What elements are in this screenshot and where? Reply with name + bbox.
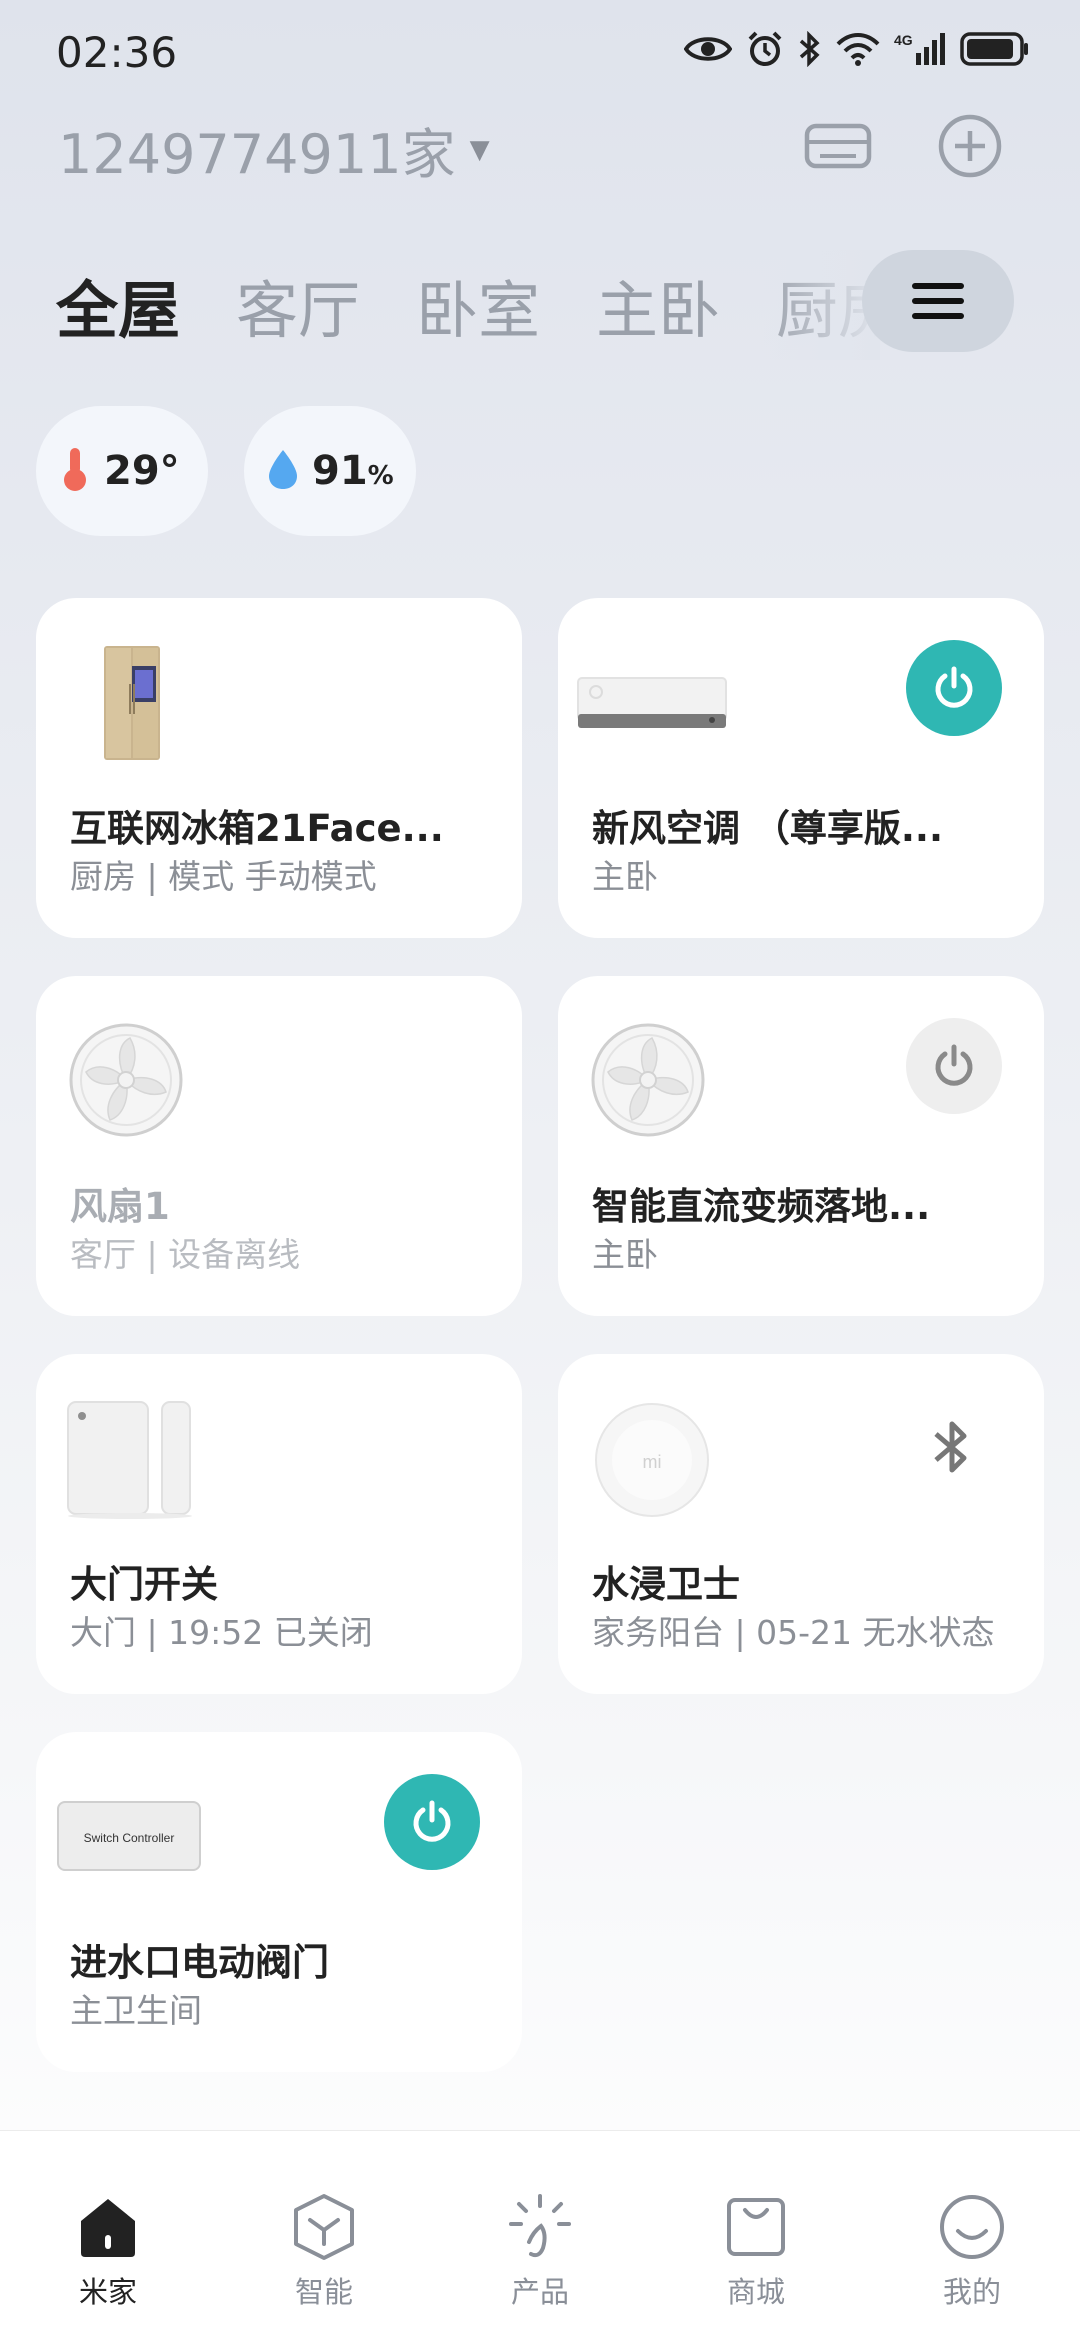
eye-icon <box>684 32 732 66</box>
switch-controller-label: Switch Controller <box>84 1831 175 1845</box>
device-name: 新风空调 （尊享版... <box>592 807 944 850</box>
device-card-air-conditioner[interactable]: 新风空调 （尊享版... 主卧 <box>558 598 1044 938</box>
power-icon <box>935 666 973 708</box>
nav-smart[interactable]: 智能 <box>254 2191 394 2311</box>
power-button[interactable] <box>906 1018 1002 1114</box>
bottom-nav: 米家 智能 产品 商城 我的 <box>0 2130 1080 2340</box>
device-card-water-sensor[interactable]: mi 水浸卫士 家务阳台 | 05-21 无水状态 <box>558 1354 1044 1694</box>
temperature-unit: ° <box>159 448 180 494</box>
device-name: 水浸卫士 <box>592 1563 740 1606</box>
device-card-fridge[interactable]: 互联网冰箱21Face... 厨房 | 模式 手动模式 <box>36 598 522 938</box>
add-circle-icon[interactable] <box>934 110 1006 182</box>
nav-profile[interactable]: 我的 <box>902 2191 1042 2311</box>
tab-living-room[interactable]: 客厅 <box>236 260 360 350</box>
nav-products[interactable]: 产品 <box>470 2191 610 2311</box>
device-status: 主卫生间 <box>70 1991 202 2030</box>
bluetooth-icon <box>798 31 822 67</box>
device-card-motorized-valve[interactable]: Switch Controller 进水口电动阀门 主卫生间 <box>36 1732 522 2072</box>
fan-icon <box>590 1022 706 1142</box>
device-status: 客厅 | 设备离线 <box>70 1235 301 1274</box>
chevron-down-icon: ▼ <box>469 134 490 165</box>
tab-master-bedroom[interactable]: 主卧 <box>596 260 720 350</box>
device-name: 进水口电动阀门 <box>70 1941 329 1984</box>
device-name: 大门开关 <box>70 1563 218 1606</box>
nav-label: 米家 <box>78 2275 137 2309</box>
power-icon <box>413 1800 451 1842</box>
nav-label: 我的 <box>942 2275 1001 2309</box>
temperature-value: 29 <box>104 448 160 494</box>
device-status: 家务阳台 | 05-21 无水状态 <box>592 1613 995 1652</box>
device-name: 风扇1 <box>70 1185 170 1228</box>
nav-label: 智能 <box>294 2275 353 2309</box>
fridge-icon <box>102 644 162 766</box>
water-sensor-icon: mi <box>592 1398 712 1522</box>
device-name: 互联网冰箱21Face... <box>70 807 444 850</box>
card-icon[interactable] <box>802 110 874 182</box>
humidity-unit: % <box>367 461 394 491</box>
power-button[interactable] <box>906 640 1002 736</box>
tab-all-house[interactable]: 全屋 <box>56 260 180 350</box>
power-icon <box>935 1044 973 1086</box>
shopping-bag-icon <box>720 2191 792 2263</box>
switch-controller-icon: Switch Controller <box>56 1800 202 1876</box>
device-card-floor-fan[interactable]: 智能直流变频落地... 主卧 <box>558 976 1044 1316</box>
device-card-fan-offline[interactable]: 风扇1 客厅 | 设备离线 <box>36 976 522 1316</box>
header: 1249774911家 ▼ <box>0 110 1080 230</box>
bluetooth-icon <box>928 1418 980 1480</box>
product-sparkle-icon <box>504 2191 576 2263</box>
device-card-door-sensor[interactable]: 大门开关 大门 | 19:52 已关闭 <box>36 1354 522 1694</box>
device-status: 厨房 | 模式 手动模式 <box>70 857 377 896</box>
status-bar: 02:36 4G <box>0 0 1080 110</box>
temperature-chip[interactable]: 29° <box>36 406 208 536</box>
signal-4g-icon: 4G <box>894 31 946 67</box>
status-time: 02:36 <box>56 28 178 77</box>
device-status: 大门 | 19:52 已关闭 <box>70 1613 373 1652</box>
nav-home[interactable]: 米家 <box>38 2191 178 2311</box>
battery-icon <box>960 31 1030 67</box>
humidity-chip[interactable]: 91% <box>244 406 416 536</box>
home-selector[interactable]: 1249774911家 ▼ <box>58 110 490 189</box>
nav-label: 产品 <box>510 2275 569 2309</box>
air-conditioner-icon <box>576 676 728 736</box>
home-icon <box>72 2191 144 2263</box>
nav-label: 商城 <box>726 2275 785 2309</box>
nav-mall[interactable]: 商城 <box>686 2191 826 2311</box>
tab-bedroom[interactable]: 卧室 <box>416 260 540 350</box>
humidity-value: 91 <box>312 448 368 494</box>
power-button[interactable] <box>384 1774 480 1870</box>
menu-icon <box>912 283 964 319</box>
fan-icon <box>68 1022 184 1142</box>
door-sensor-icon <box>66 1400 196 1524</box>
home-name: 1249774911家 <box>58 123 456 186</box>
thermometer-icon <box>58 446 92 496</box>
svg-text:4G: 4G <box>894 32 913 48</box>
device-status: 主卧 <box>592 857 658 896</box>
status-icons: 4G <box>684 30 1030 68</box>
device-name: 智能直流变频落地... <box>592 1185 931 1228</box>
smart-cube-icon <box>288 2191 360 2263</box>
alarm-icon <box>746 30 784 68</box>
water-drop-icon <box>266 447 300 495</box>
device-status: 主卧 <box>592 1235 658 1274</box>
smile-icon <box>936 2191 1008 2263</box>
water-sensor-logo: mi <box>643 1452 662 1472</box>
room-menu-button[interactable] <box>862 250 1014 352</box>
wifi-icon <box>836 32 880 66</box>
